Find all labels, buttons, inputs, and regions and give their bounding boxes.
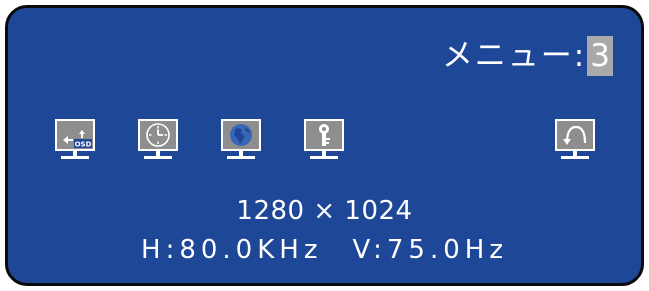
menu-page-number: 3 (587, 36, 613, 76)
key-lock-icon[interactable] (304, 119, 344, 165)
vertical-frequency: V:75.0Hz (352, 235, 508, 265)
frequency-readout: H:80.0KHz V:75.0Hz (8, 235, 641, 265)
osd-settings-icon[interactable]: OSD (55, 119, 95, 165)
menu-title: メニュー: 3 (442, 36, 613, 76)
horizontal-frequency: H:80.0KHz (141, 235, 323, 265)
globe-icon[interactable] (221, 119, 261, 165)
osd-menu-panel: メニュー: 3 OSD 1280 × 1024 H:80.0KHz V:75.0… (5, 5, 644, 286)
reset-icon[interactable] (555, 119, 595, 165)
svg-text:OSD: OSD (75, 141, 92, 149)
resolution-readout: 1280 × 1024 (236, 196, 413, 226)
clock-icon[interactable] (138, 119, 178, 165)
menu-title-label: メニュー: (441, 38, 587, 74)
